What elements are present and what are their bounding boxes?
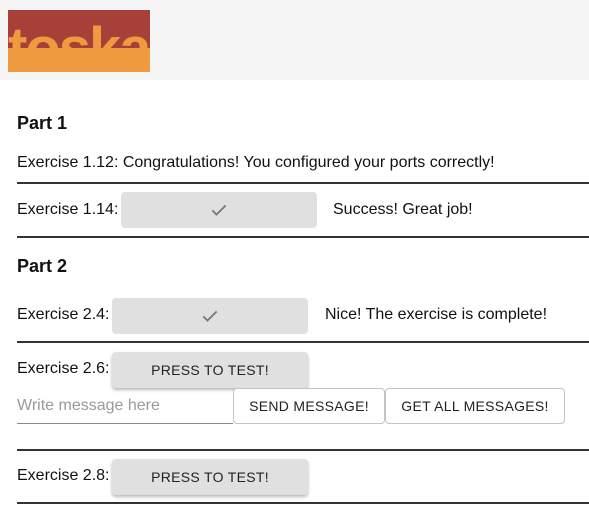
divider <box>17 449 589 451</box>
divider <box>17 236 589 238</box>
exercise-2-4-label: Exercise 2.4: <box>17 306 110 323</box>
exercise-2-6-test-button[interactable]: PRESS TO TEST! <box>112 352 308 388</box>
divider <box>17 502 589 504</box>
checkmark-icon <box>202 310 218 322</box>
part1-title: Part 1 <box>17 113 68 133</box>
get-all-messages-button[interactable]: GET ALL MESSAGES! <box>385 388 565 424</box>
exercise-1-12-label: Exercise 1.12: Congratulations! You conf… <box>17 154 495 171</box>
exercise-2-4-done-button[interactable] <box>112 298 308 334</box>
message-input[interactable] <box>17 388 233 424</box>
part2-title: Part 2 <box>17 256 68 276</box>
send-message-button[interactable]: SEND MESSAGE! <box>233 388 385 424</box>
divider <box>17 182 589 184</box>
exercise-2-4-status: Nice! The exercise is complete! <box>325 306 548 323</box>
exercise-1-14-label: Exercise 1.14: <box>17 201 119 218</box>
checkmark-icon <box>211 204 227 216</box>
exercise-2-8-test-button[interactable]: PRESS TO TEST! <box>112 459 308 495</box>
divider <box>17 341 589 343</box>
exercise-2-8-label: Exercise 2.8: <box>17 467 110 484</box>
header-bar: toska <box>0 0 589 80</box>
exercise-1-14-done-button[interactable] <box>121 192 317 228</box>
toska-logo: toska <box>8 10 150 72</box>
exercise-2-6-label: Exercise 2.6: <box>17 360 110 377</box>
svg-text:toska: toska <box>8 16 150 72</box>
exercise-1-14-status: Success! Great job! <box>333 201 473 218</box>
